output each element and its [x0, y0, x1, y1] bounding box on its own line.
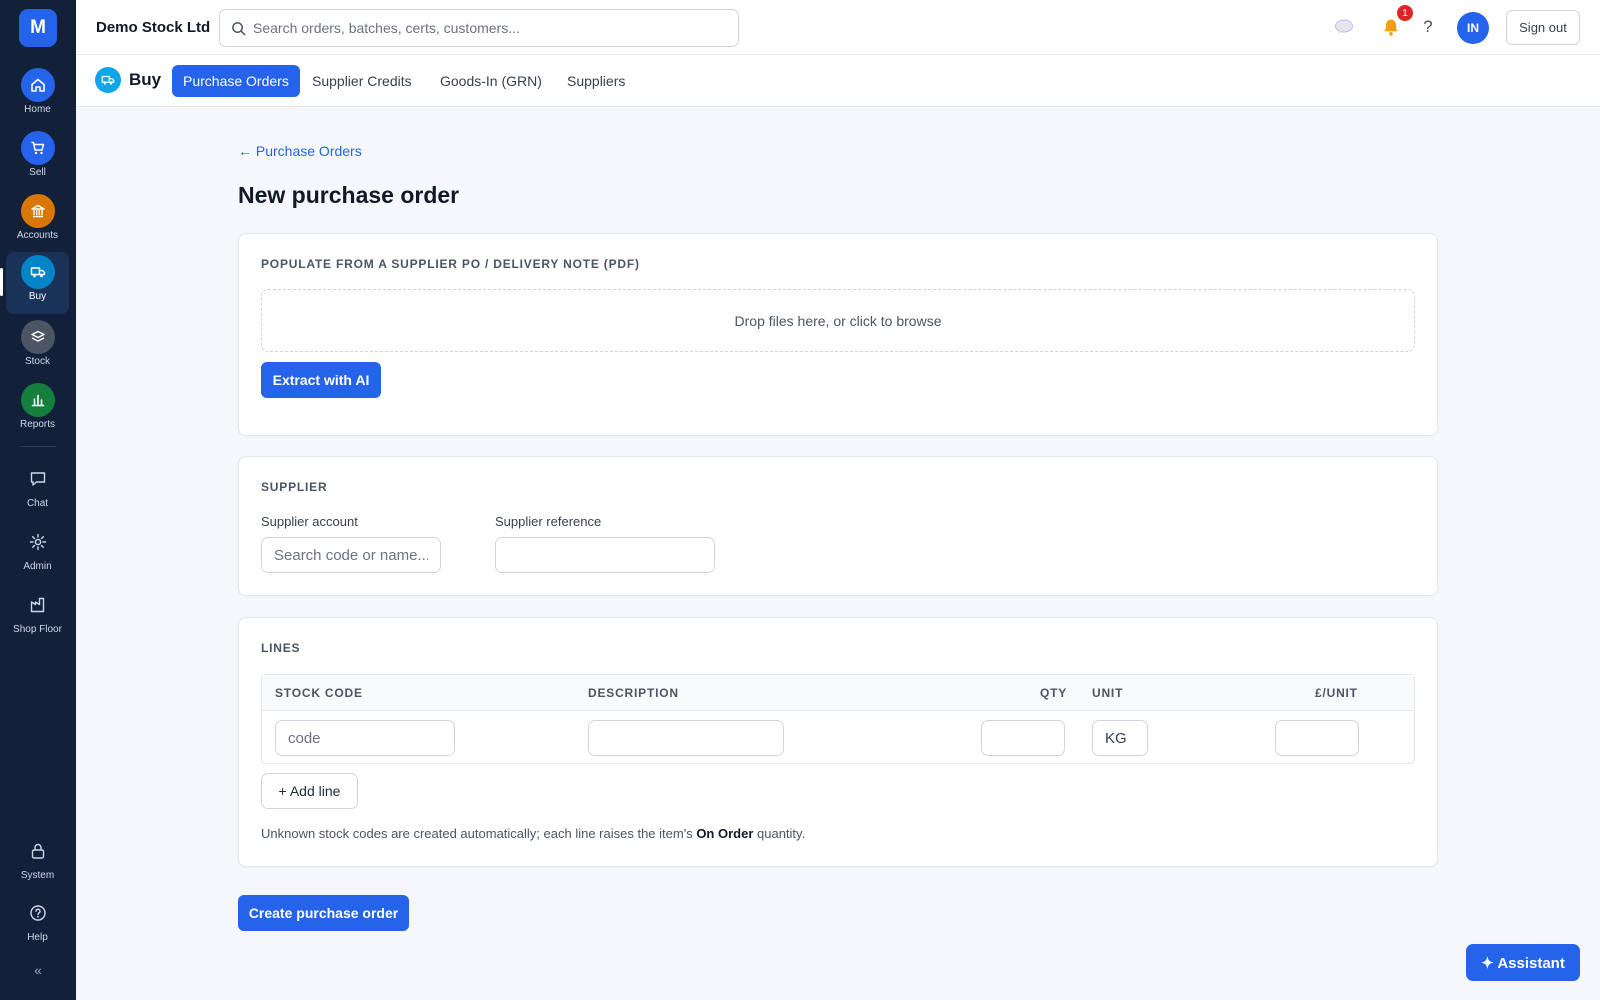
hint-text: Unknown stock codes are created automati… [261, 826, 697, 841]
messages-icon[interactable] [1332, 15, 1356, 39]
price-per-unit-input[interactable] [1275, 720, 1359, 756]
rail-label: Accounts [16, 230, 59, 241]
assistant-button[interactable]: ✦ Assistant [1466, 944, 1580, 981]
lines-table: STOCK CODE DESCRIPTION QTY UNIT £/UNIT [261, 674, 1415, 764]
rail-item-reports[interactable]: Reports [6, 380, 69, 442]
truck-icon [95, 67, 121, 93]
lines-hint: Unknown stock codes are created automati… [261, 826, 805, 841]
section-title: POPULATE FROM A SUPPLIER PO / DELIVERY N… [261, 257, 640, 271]
rail-label: Home [24, 104, 51, 115]
rail-item-admin[interactable]: Admin [6, 522, 69, 584]
rail-item-system[interactable]: System [6, 831, 69, 893]
supplier-account-input[interactable] [261, 537, 441, 573]
supplier-reference-label: Supplier reference [495, 514, 602, 529]
lock-icon [21, 834, 55, 868]
column-header: UNIT [1092, 686, 1124, 700]
home-icon [20, 68, 55, 102]
rail-item-shop-floor[interactable]: Shop Floor [6, 585, 69, 647]
factory-icon [21, 588, 55, 622]
rail-divider [20, 446, 56, 447]
rail-label: Help [27, 932, 48, 943]
help-circle-icon [21, 896, 55, 930]
truck-icon [20, 255, 55, 289]
bank-icon [20, 194, 55, 228]
notification-badge: 1 [1397, 5, 1413, 21]
rail-label: Buy [28, 291, 47, 302]
rail-item-sell[interactable]: Sell [6, 128, 69, 190]
file-dropzone[interactable]: Drop files here, or click to browse [261, 289, 1415, 352]
column-header: STOCK CODE [275, 686, 363, 700]
rail-item-home[interactable]: Home [6, 65, 69, 127]
rail-label: Chat [26, 498, 49, 509]
rail-label: System [20, 870, 55, 881]
module-nav: Buy Purchase Orders Supplier Credits Goo… [76, 55, 1600, 107]
company-name: Demo Stock Ltd [96, 19, 211, 36]
tab-suppliers[interactable]: Suppliers [556, 65, 636, 97]
collapse-rail-button[interactable]: « [28, 962, 48, 978]
lines-card: LINES STOCK CODE DESCRIPTION QTY UNIT £/… [238, 617, 1438, 867]
hint-emphasis: On Order [696, 826, 754, 841]
supplier-card: SUPPLIER Supplier account Supplier refer… [238, 456, 1438, 596]
avatar[interactable]: IN [1457, 12, 1489, 44]
column-header: DESCRIPTION [588, 686, 679, 700]
rail-label: Sell [29, 167, 46, 178]
rail-label: Shop Floor [13, 624, 62, 635]
description-input[interactable] [588, 720, 784, 756]
column-header: £/UNIT [1315, 686, 1358, 700]
stock-code-input[interactable] [275, 720, 455, 756]
hint-text: quantity. [753, 826, 806, 841]
rail-label: Reports [19, 419, 55, 430]
add-line-button[interactable]: + Add line [261, 773, 358, 809]
rail-label: Admin [23, 561, 52, 572]
rail-item-accounts[interactable]: Accounts [6, 191, 69, 253]
layers-icon [20, 320, 55, 354]
left-rail: M Home Sell Accounts Buy Stock Reports C… [0, 0, 76, 1000]
rail-item-stock[interactable]: Stock [6, 317, 69, 379]
tab-purchase-orders[interactable]: Purchase Orders [172, 65, 300, 97]
app-logo[interactable]: M [19, 9, 57, 47]
global-search[interactable] [219, 9, 739, 47]
column-header: QTY [1040, 686, 1068, 700]
rail-item-chat[interactable]: Chat [6, 459, 69, 521]
sign-out-button[interactable]: Sign out [1506, 10, 1580, 45]
top-bar: Demo Stock Ltd 1 ? IN Sign out [76, 0, 1600, 55]
chat-icon [21, 462, 55, 496]
rail-label: Stock [24, 356, 50, 367]
rail-item-help[interactable]: Help [6, 893, 69, 955]
extract-ai-button[interactable]: Extract with AI [261, 362, 381, 398]
cart-icon [20, 131, 55, 165]
page-title: New purchase order [238, 182, 460, 208]
populate-card: POPULATE FROM A SUPPLIER PO / DELIVERY N… [238, 233, 1438, 436]
table-header: STOCK CODE DESCRIPTION QTY UNIT £/UNIT [262, 675, 1414, 711]
search-input[interactable] [253, 18, 723, 38]
module-title: Buy [129, 70, 162, 89]
section-title: SUPPLIER [261, 480, 328, 494]
rail-item-buy[interactable]: Buy [0, 252, 69, 314]
section-title: LINES [261, 641, 301, 655]
bar-chart-icon [20, 383, 55, 417]
back-link[interactable]: ← Purchase Orders [238, 143, 362, 159]
gear-icon [21, 525, 55, 559]
help-button[interactable]: ? [1416, 15, 1440, 39]
supplier-reference-input[interactable] [495, 537, 715, 573]
unit-input[interactable] [1092, 720, 1148, 756]
supplier-account-label: Supplier account [261, 514, 358, 529]
qty-input[interactable] [981, 720, 1065, 756]
create-purchase-order-button[interactable]: Create purchase order [238, 895, 409, 931]
tab-goods-in[interactable]: Goods-In (GRN) [429, 65, 553, 97]
tab-supplier-credits[interactable]: Supplier Credits [301, 65, 423, 97]
search-icon [232, 22, 246, 36]
